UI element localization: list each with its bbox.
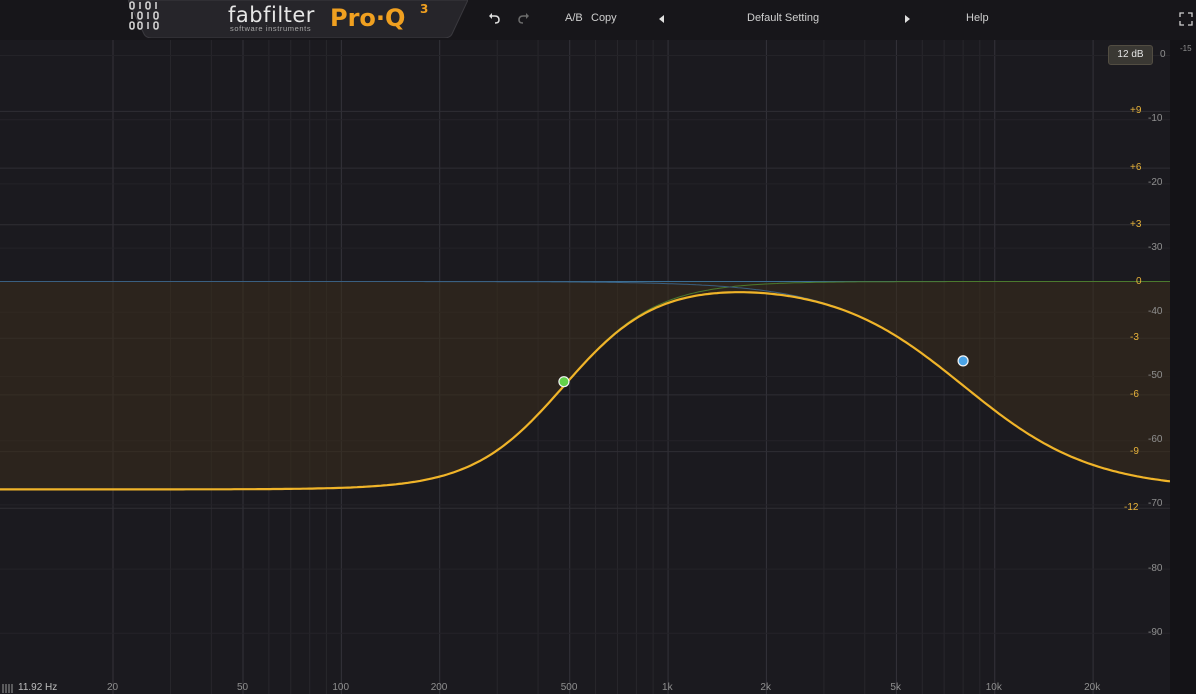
gain-scale-label: -9: [1130, 445, 1139, 457]
freq-scale-label: 10k: [985, 682, 1002, 693]
freq-scale-label: 100: [332, 682, 350, 693]
gain-scale-label: -6: [1130, 388, 1139, 400]
gain-scale-label: +6: [1130, 162, 1142, 174]
spectrum-scale-label: -80: [1148, 562, 1163, 574]
spectrum-scale-label: -10: [1148, 113, 1163, 125]
band-2-node[interactable]: [957, 355, 969, 367]
eq-graph[interactable]: [0, 40, 1170, 694]
logo-tab: fabfilter software instruments Pro·Q 3: [128, 0, 468, 38]
spectrum-scale-label: -60: [1148, 434, 1163, 446]
ab-button[interactable]: A/B: [565, 12, 583, 24]
brand-subtitle: software instruments: [230, 24, 312, 33]
preset-prev-icon[interactable]: [654, 10, 672, 28]
piano-display-icon[interactable]: [2, 683, 14, 693]
preset-next-icon[interactable]: [898, 10, 916, 28]
freq-scale-label: 2k: [760, 682, 771, 693]
gain-scale-label: -3: [1130, 332, 1139, 344]
freq-scale-label: 200: [430, 682, 448, 693]
product-name: Pro·Q: [330, 4, 406, 32]
undo-icon[interactable]: [486, 10, 504, 28]
gain-scale-label: +9: [1130, 105, 1142, 117]
spectrum-scale-label: 0: [1160, 49, 1166, 60]
copy-button[interactable]: Copy: [591, 12, 617, 24]
display-range-button[interactable]: 12 dB: [1108, 45, 1153, 65]
freq-scale-label: 1k: [662, 682, 673, 693]
help-button[interactable]: Help: [966, 12, 989, 24]
output-level-meter: -15: [1170, 40, 1196, 694]
freq-scale-label: 500: [560, 682, 578, 693]
spectrum-scale-label: -40: [1148, 305, 1163, 317]
fabfilter-logo-icon: [129, 1, 159, 30]
fullscreen-icon[interactable]: [1177, 10, 1195, 28]
band-1-node[interactable]: [558, 376, 570, 388]
freq-scale-label: 5k: [890, 682, 901, 693]
spectrum-scale-label: -30: [1148, 241, 1163, 253]
gain-scale-label: +3: [1130, 218, 1142, 230]
spectrum-scale-label: -70: [1148, 498, 1163, 510]
product-version: 3: [420, 2, 429, 16]
top-bar: fabfilter software instruments Pro·Q 3 A…: [0, 0, 1196, 40]
freq-scale-label: 20k: [1084, 682, 1101, 693]
redo-icon[interactable]: [514, 10, 532, 28]
spectrum-scale-label: -20: [1148, 177, 1163, 189]
freq-scale-label: 50: [237, 682, 249, 693]
spectrum-scale-label: -90: [1148, 626, 1163, 638]
spectrum-scale-label: -50: [1148, 370, 1163, 381]
frequency-readout: 11.92 Hz: [18, 682, 58, 693]
gain-scale-label: 0: [1136, 275, 1142, 287]
gain-scale-label: -12: [1124, 502, 1139, 514]
freq-scale-label: 20: [107, 682, 119, 693]
preset-name[interactable]: Default Setting: [747, 12, 819, 24]
meter-top-label: -15: [1180, 44, 1192, 53]
